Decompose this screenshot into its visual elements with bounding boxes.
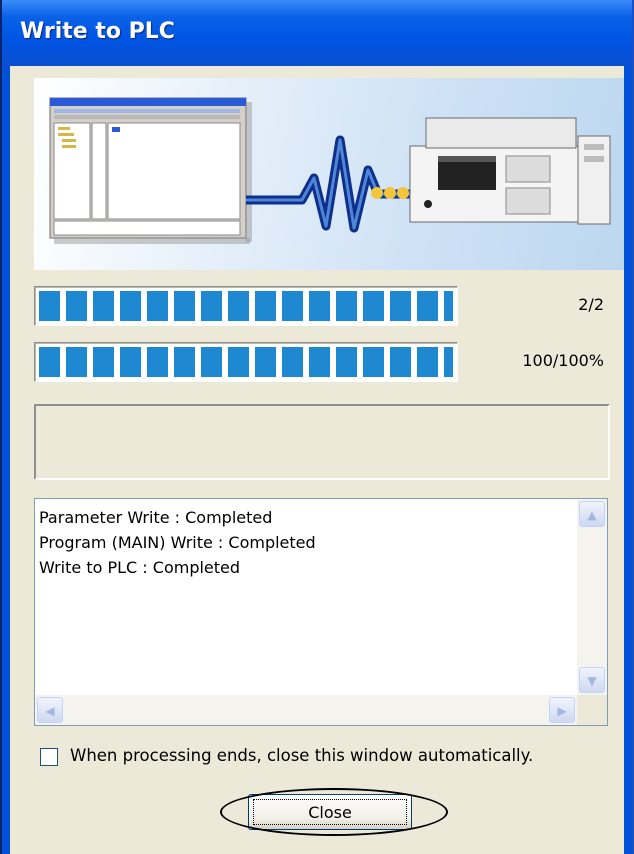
dialog-body: 2/2 100/100% Parameter Write : Completed…	[10, 66, 624, 854]
close-button[interactable]: Close	[248, 794, 412, 830]
chevron-right-icon[interactable]: ▶	[549, 697, 575, 723]
auto-close-label: When processing ends, close this window …	[70, 746, 534, 765]
auto-close-checkbox[interactable]	[40, 748, 58, 766]
window-title: Write to PLC	[20, 19, 175, 44]
write-to-plc-dialog: Write to PLC 2/2 100/100% Parameter Writ…	[0, 0, 634, 854]
horizontal-scrollbar[interactable]: ◀ ▶	[35, 695, 577, 725]
status-message-box	[34, 404, 610, 480]
percent-progress-bar	[34, 342, 458, 382]
communication-cable	[246, 135, 414, 233]
file-progress-bar	[34, 286, 458, 326]
plc-unit-icon	[409, 117, 611, 225]
log-line: Parameter Write : Completed	[39, 508, 273, 527]
result-log[interactable]: Parameter Write : Completed Program (MAI…	[34, 498, 608, 726]
vertical-scrollbar[interactable]: ▲ ▼	[577, 499, 607, 695]
chevron-left-icon[interactable]: ◀	[37, 697, 63, 723]
percent-progress-label: 100/100%	[522, 351, 604, 370]
file-progress-fill	[39, 291, 453, 321]
pc-software-window-icon	[49, 97, 252, 244]
close-button-label: Close	[308, 803, 352, 822]
title-bar[interactable]: Write to PLC	[2, 0, 632, 66]
percent-progress-fill	[39, 347, 453, 377]
log-lines: Parameter Write : Completed Program (MAI…	[39, 505, 575, 580]
scrollbar-corner	[577, 695, 607, 725]
chevron-down-icon[interactable]: ▼	[579, 667, 605, 693]
log-line: Program (MAIN) Write : Completed	[39, 533, 316, 552]
file-progress-label: 2/2	[578, 295, 604, 314]
pc-plc-connection-graphic	[49, 97, 611, 244]
chevron-up-icon[interactable]: ▲	[579, 501, 605, 527]
pc-to-plc-illustration	[34, 78, 624, 270]
log-line: Write to PLC : Completed	[39, 558, 241, 577]
